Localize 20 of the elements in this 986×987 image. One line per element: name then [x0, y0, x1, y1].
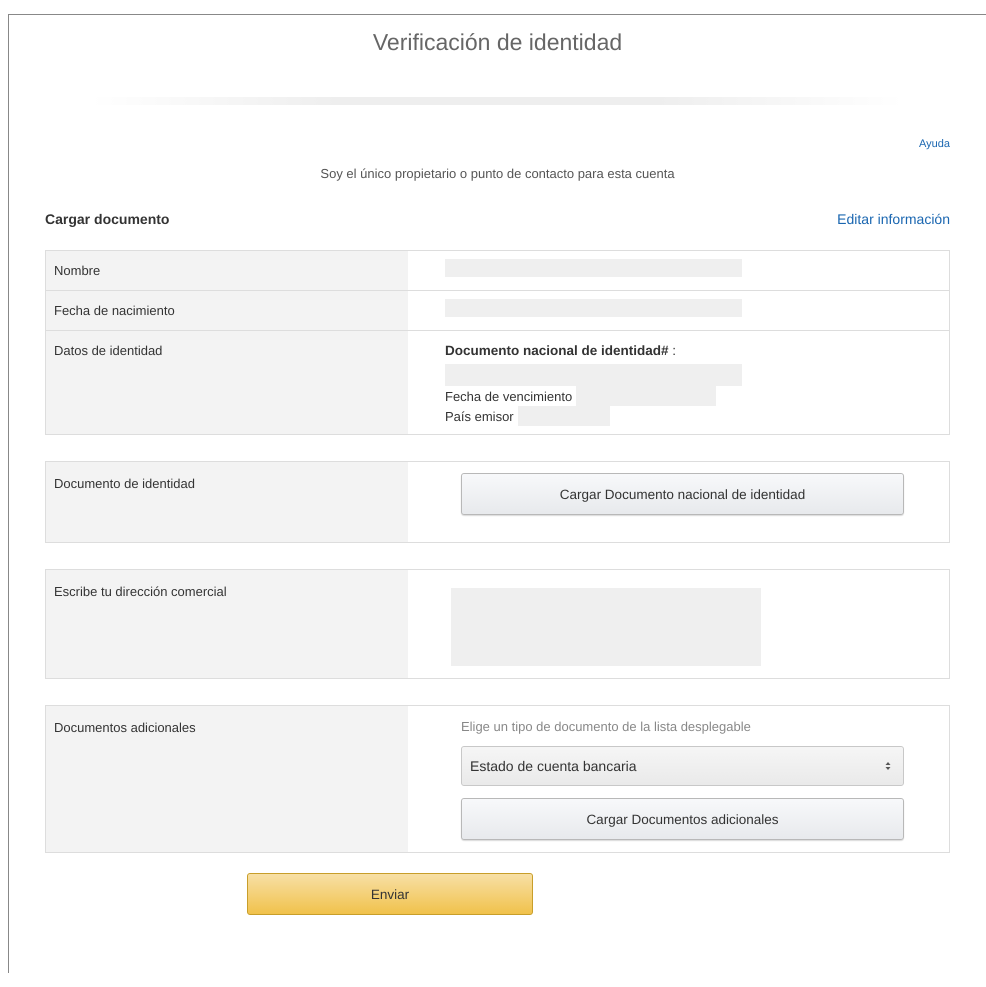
- field-label: País emisor: [445, 408, 514, 424]
- row-label: Datos de identidad: [46, 331, 408, 434]
- document-type-select[interactable]: Estado de cuenta bancaria: [461, 746, 904, 786]
- upload-button[interactable]: Cargar Documentos adicionales: [461, 798, 904, 840]
- row-label: Fecha de nacimiento: [46, 291, 408, 330]
- row-label: Nombre: [46, 251, 408, 290]
- row-label: Documentos adicionales: [46, 706, 408, 852]
- subtitle: Soy el único propietario o punto de contacto para esta cuenta: [319, 166, 676, 181]
- row-label: Escribe tu dirección comercial: [46, 570, 408, 678]
- field-label: Fecha de vencimiento: [445, 388, 572, 404]
- hint-text: Elige un tipo de documento de la lista desplegable: [461, 719, 752, 734]
- submit-button[interactable]: Enviar: [247, 873, 533, 915]
- updown-arrow-icon: [885, 761, 891, 771]
- edit-link[interactable]: Editar información: [837, 211, 950, 227]
- row-label: Documento de identidad: [46, 462, 408, 542]
- id-heading: Documento nacional de identidad# :: [445, 343, 678, 358]
- page-title: Verificación de identidad: [372, 28, 624, 57]
- section-title: Cargar documento: [45, 211, 170, 227]
- help-link[interactable]: Ayuda: [919, 138, 950, 150]
- upload-button[interactable]: Cargar Documento nacional de identidad: [461, 473, 904, 515]
